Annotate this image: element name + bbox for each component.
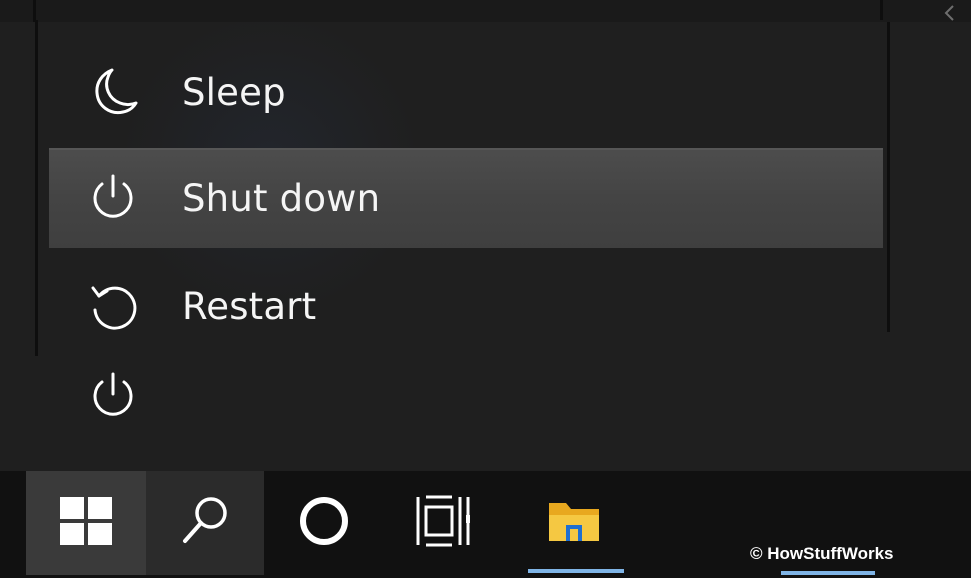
active-app-indicator xyxy=(528,569,624,573)
power-icon xyxy=(85,368,141,428)
right-divider xyxy=(887,22,890,332)
windows-logo-icon xyxy=(58,495,114,551)
active-app-indicator xyxy=(781,571,875,575)
menu-item-sleep[interactable]: Sleep xyxy=(49,42,883,142)
power-icon xyxy=(81,166,145,230)
watermark: © HowStuffWorks xyxy=(750,544,894,563)
left-divider xyxy=(35,20,38,356)
power-options-menu: Sleep Shut down Restart xyxy=(49,38,883,358)
menu-item-label: Restart xyxy=(182,284,317,328)
cortana-button[interactable] xyxy=(264,471,384,575)
task-view-button[interactable] xyxy=(384,471,504,575)
menu-item-label: Sleep xyxy=(182,70,286,114)
start-button[interactable] xyxy=(26,471,146,575)
screen: Sleep Shut down Restart © HowStuffWorks xyxy=(0,0,971,578)
restart-icon xyxy=(81,274,145,338)
menu-item-restart[interactable]: Restart xyxy=(49,256,883,356)
search-button[interactable] xyxy=(146,471,264,575)
menu-item-shut-down[interactable]: Shut down xyxy=(49,148,883,248)
right-divider xyxy=(880,0,883,20)
left-divider xyxy=(33,0,36,22)
search-icon xyxy=(175,491,235,555)
menu-item-label: Shut down xyxy=(182,176,381,220)
chevron-left-icon[interactable] xyxy=(939,4,961,26)
power-button[interactable] xyxy=(81,366,145,430)
task-view-icon xyxy=(414,493,474,553)
start-panel-edge xyxy=(0,0,971,22)
moon-icon xyxy=(81,60,145,124)
cortana-ring-icon xyxy=(296,493,352,553)
folder-icon xyxy=(546,497,602,549)
file-explorer-button[interactable] xyxy=(504,471,644,575)
